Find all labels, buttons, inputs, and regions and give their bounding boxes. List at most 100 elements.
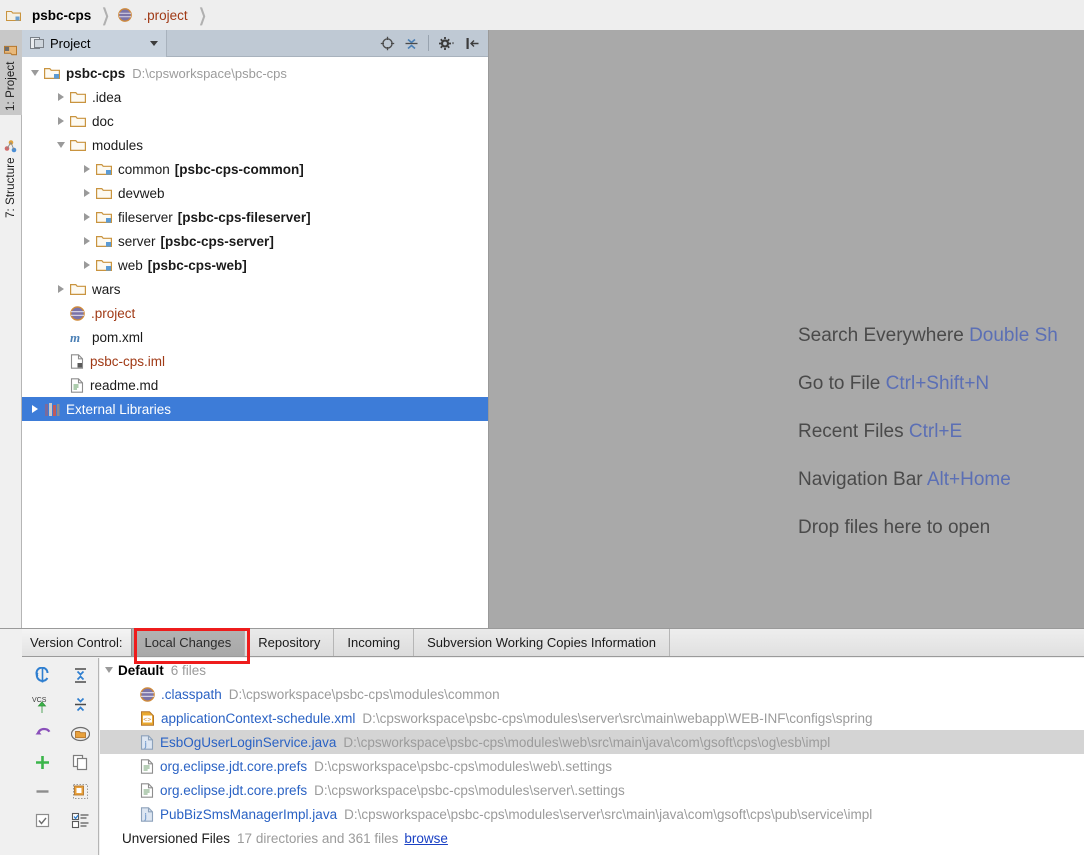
editor-hint-action: Drop files here to open <box>798 517 991 538</box>
move-to-changelist-icon[interactable] <box>70 726 90 742</box>
tree-node[interactable]: modules <box>22 133 488 157</box>
chevron-down-icon[interactable] <box>150 40 158 46</box>
unversioned-files-count: 17 directories and 361 files <box>237 830 399 846</box>
changed-file-path: D:\cpsworkspace\psbc-cps\modules\web\src… <box>343 734 831 750</box>
module-folder-icon <box>96 258 112 272</box>
sidebar-item-project[interactable]: 1: Project <box>0 30 22 115</box>
chevron-right-icon[interactable] <box>78 165 96 173</box>
scroll-from-source-icon[interactable] <box>380 36 395 51</box>
tab-subversion-working-copies[interactable]: Subversion Working Copies Information <box>413 629 670 656</box>
breadcrumb-label-file: .project <box>143 7 188 23</box>
module-folder-icon <box>6 9 21 22</box>
refresh-icon[interactable] <box>34 667 51 684</box>
settings-gear-icon[interactable] <box>438 36 456 51</box>
collapse-all-icon[interactable] <box>404 36 419 51</box>
hide-panel-icon[interactable] <box>465 36 480 51</box>
module-folder-icon <box>96 162 112 176</box>
chevron-down-icon[interactable] <box>52 142 70 148</box>
sidebar-item-structure[interactable]: 7: Structure <box>0 118 22 222</box>
changed-file-row[interactable]: .classpath D:\cpsworkspace\psbc-cps\modul… <box>100 682 1084 706</box>
unversioned-files-row[interactable]: Unversioned Files 17 directories and 361 … <box>100 826 1084 850</box>
module-folder-icon <box>44 66 60 80</box>
vcs-tab-bar: Version Control: Local Changes Repositor… <box>22 629 1084 657</box>
tree-node[interactable]: doc <box>22 109 488 133</box>
tree-node-label: common <box>118 161 170 177</box>
tree-node[interactable]: fileserver [psbc-cps-fileserver] <box>22 205 488 229</box>
rollback-icon[interactable] <box>34 725 51 742</box>
vcs-commit-icon[interactable]: VCS <box>31 695 53 714</box>
svg-text:m: m <box>70 330 80 344</box>
sidebar-item-structure-label: 7: Structure <box>5 157 17 218</box>
tree-node[interactable]: web [psbc-cps-web] <box>22 253 488 277</box>
tree-node[interactable]: psbc-cps.iml <box>22 349 488 373</box>
tab-repository[interactable]: Repository <box>244 629 335 656</box>
vcs-toolbar: VCS <box>23 658 99 855</box>
tree-node[interactable]: wars <box>22 277 488 301</box>
unversioned-files-label: Unversioned Files <box>122 830 231 846</box>
project-tree[interactable]: psbc-cps D:\cpsworkspace\psbc-cps .idea doc… <box>22 57 488 628</box>
module-folder-icon <box>96 234 112 248</box>
copy-icon[interactable] <box>72 754 89 771</box>
project-panel-header: Project <box>22 29 488 57</box>
collapse-all-icon[interactable] <box>72 696 89 713</box>
tree-node[interactable]: m pom.xml <box>22 325 488 349</box>
expand-all-icon[interactable] <box>72 667 89 684</box>
text-file-icon <box>140 758 154 774</box>
group-by-icon[interactable] <box>71 812 90 829</box>
folder-icon <box>70 90 86 104</box>
breadcrumb-label-project: psbc-cps <box>32 7 92 23</box>
tab-incoming-label: Incoming <box>347 635 401 650</box>
breadcrumb-item-file[interactable]: .project <box>118 7 188 23</box>
iml-icon <box>70 353 84 369</box>
shelve-icon[interactable] <box>72 783 89 800</box>
chevron-right-icon[interactable] <box>52 93 70 101</box>
chevron-right-icon[interactable] <box>52 117 70 125</box>
chevron-right-icon[interactable] <box>78 189 96 197</box>
project-panel-tab[interactable]: Project <box>22 29 167 57</box>
tree-node[interactable]: .idea <box>22 85 488 109</box>
chevron-down-icon[interactable] <box>100 667 118 673</box>
tab-incoming[interactable]: Incoming <box>333 629 415 656</box>
changed-file-row[interactable]: org.eclipse.jdt.core.prefs D:\cpsworkspac… <box>100 754 1084 778</box>
set-active-changelist-icon[interactable] <box>34 812 51 829</box>
changed-file-name: org.eclipse.jdt.core.prefs <box>160 758 308 774</box>
changed-file-row[interactable]: j EsbOgUserLoginService.java D:\cpsworkspa… <box>100 730 1084 754</box>
svg-text:VCS: VCS <box>32 697 47 704</box>
breadcrumb: psbc-cps ❯ .project ❯ <box>0 0 1084 30</box>
chevron-right-icon[interactable] <box>26 405 44 413</box>
remove-changelist-icon[interactable] <box>34 783 51 800</box>
chevron-right-icon[interactable] <box>52 285 70 293</box>
changed-file-row[interactable]: <> applicationContext-schedule.xml D:\cpsw… <box>100 706 1084 730</box>
tree-node[interactable]: psbc-cps D:\cpsworkspace\psbc-cps <box>22 61 488 85</box>
tab-repository-label: Repository <box>258 635 321 650</box>
tree-node[interactable]: server [psbc-cps-server] <box>22 229 488 253</box>
tree-node[interactable]: readme.md <box>22 373 488 397</box>
toolbar-divider <box>428 35 429 51</box>
svg-text:<>: <> <box>143 716 151 723</box>
tree-node[interactable]: External Libraries <box>22 397 488 421</box>
add-changelist-icon[interactable] <box>34 754 51 771</box>
changed-file-row[interactable]: org.eclipse.jdt.core.prefs D:\cpsworkspac… <box>100 778 1084 802</box>
editor-empty-area: Search Everywhere Double Sh Go to File Ct… <box>489 30 1084 628</box>
editor-hint-action: Navigation Bar <box>798 469 923 490</box>
ide-window: psbc-cps ❯ .project ❯ 1: Project 7: Stru… <box>0 0 1084 855</box>
tree-node-label: wars <box>92 281 121 297</box>
tree-node[interactable]: devweb <box>22 181 488 205</box>
breadcrumb-item-project[interactable]: psbc-cps <box>6 8 91 23</box>
changed-file-row[interactable]: j PubBizSmsManagerImpl.java D:\cpsworkspac… <box>100 802 1084 826</box>
breadcrumb-separator-1: ❯ <box>101 4 110 25</box>
browse-link[interactable]: browse <box>404 831 448 846</box>
folder-icon <box>70 282 86 296</box>
tree-node[interactable]: common [psbc-cps-common] <box>22 157 488 181</box>
editor-hint: Go to File Ctrl+Shift+N <box>798 373 1058 395</box>
tab-local-changes[interactable]: Local Changes <box>130 629 246 656</box>
chevron-right-icon[interactable] <box>78 261 96 269</box>
tree-node[interactable]: .project <box>22 301 488 325</box>
chevron-down-icon[interactable] <box>26 70 44 76</box>
local-changes-list[interactable]: Default 6 files .classpath D:\cpsworkspace\… <box>100 658 1084 855</box>
changelist-header[interactable]: Default 6 files <box>100 658 1084 682</box>
chevron-right-icon[interactable] <box>78 213 96 221</box>
maven-pom-icon: m <box>70 330 86 344</box>
chevron-right-icon[interactable] <box>78 237 96 245</box>
editor-hint: Search Everywhere Double Sh <box>798 325 1058 347</box>
